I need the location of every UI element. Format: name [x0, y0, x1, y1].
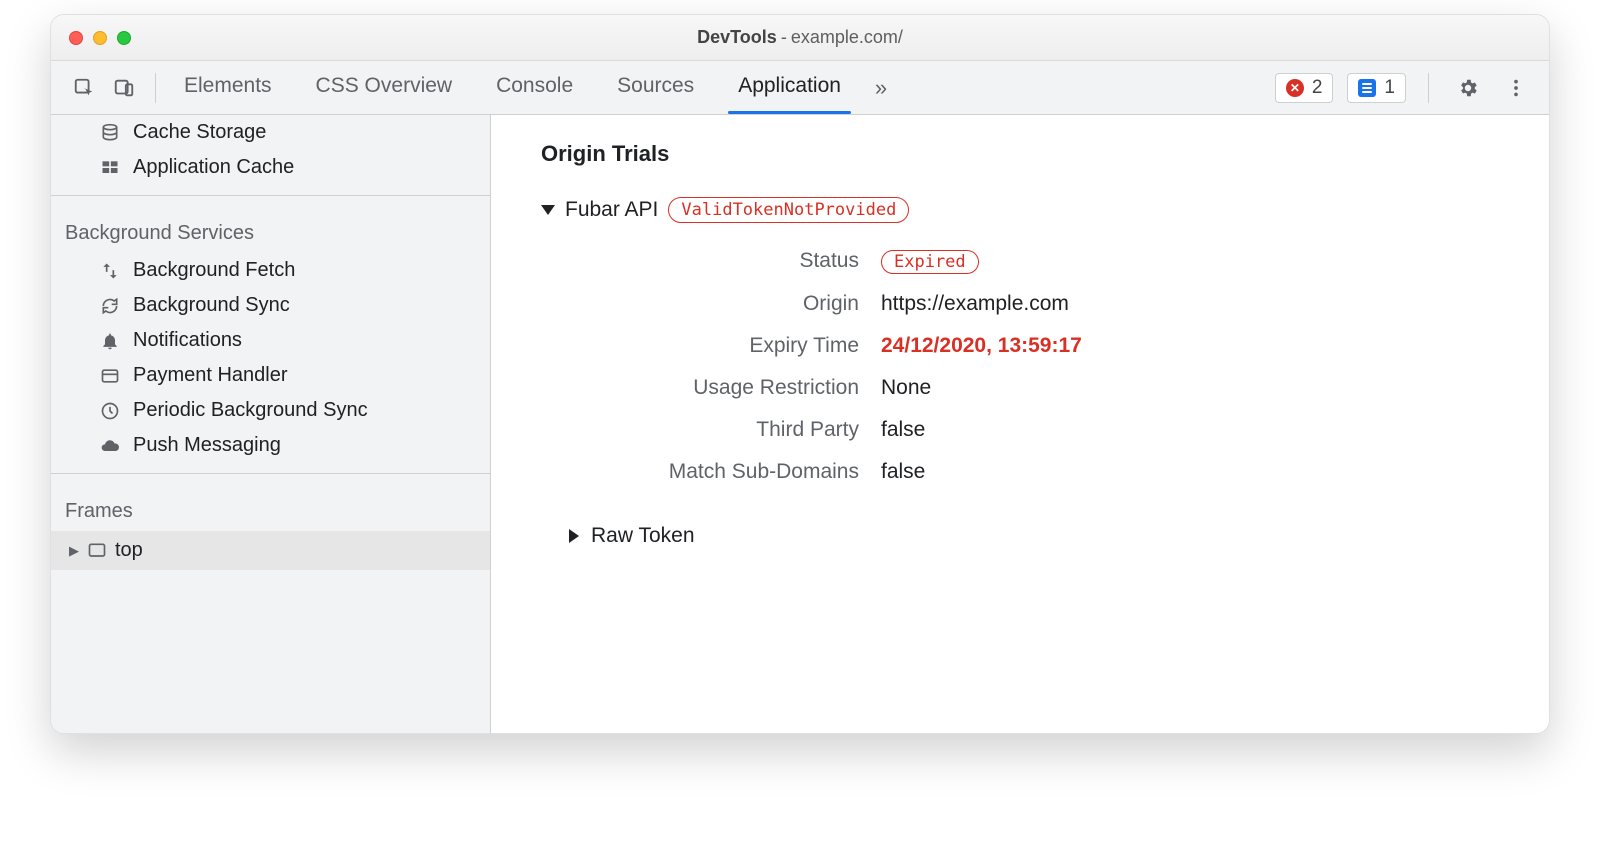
grid-icon	[99, 157, 121, 179]
frame-label: top	[115, 539, 143, 562]
sidebar-header-background-services: Background Services	[51, 206, 490, 253]
origin-value: https://example.com	[881, 292, 1499, 316]
sidebar-item-cache-storage[interactable]: Cache Storage	[51, 115, 490, 150]
usage-label: Usage Restriction	[571, 376, 881, 400]
sidebar-item-periodic-background-sync[interactable]: Periodic Background Sync	[51, 393, 490, 428]
sidebar-item-payment-handler[interactable]: Payment Handler	[51, 358, 490, 393]
tabstrip-divider	[1428, 73, 1429, 103]
sidebar-divider	[51, 473, 490, 474]
trial-details-grid: Status Expired Origin https://example.co…	[571, 249, 1499, 484]
window-title-path: example.com/	[791, 27, 903, 48]
window-title: DevTools - example.com/	[51, 27, 1549, 48]
application-sidebar: Cache Storage Application Cache Backgrou…	[51, 115, 491, 733]
devtools-tabstrip: Elements CSS Overview Console Sources Ap…	[51, 61, 1549, 115]
usage-value: None	[881, 376, 1499, 400]
traffic-lights	[69, 31, 131, 45]
tab-application[interactable]: Application	[734, 64, 845, 111]
window-titlebar: DevTools - example.com/	[51, 15, 1549, 61]
kebab-menu-button[interactable]	[1499, 71, 1533, 105]
tab-label: Console	[496, 74, 573, 97]
match-subdomains-value: false	[881, 460, 1499, 484]
database-stack-icon	[99, 122, 121, 144]
cloud-icon	[99, 435, 121, 457]
sidebar-item-label: Cache Storage	[133, 121, 266, 144]
chevron-double-right-icon: »	[875, 75, 887, 100]
chevron-down-icon	[541, 205, 555, 215]
sync-icon	[99, 295, 121, 317]
clock-icon	[99, 400, 121, 422]
tabstrip-divider	[155, 73, 156, 103]
swap-vert-icon	[99, 260, 121, 282]
devtools-window: DevTools - example.com/ Elements CSS Ove…	[50, 14, 1550, 734]
more-tabs-button[interactable]: »	[875, 75, 887, 101]
expiry-value: 24/12/2020, 13:59:17	[881, 334, 1499, 358]
third-party-label: Third Party	[571, 418, 881, 442]
gear-icon	[1457, 77, 1479, 99]
origin-label: Origin	[571, 292, 881, 316]
message-count-badge[interactable]: 1	[1347, 73, 1406, 103]
chevron-right-icon: ▶	[69, 543, 79, 559]
device-toolbar-icon[interactable]	[107, 71, 141, 105]
status-pill-label: Expired	[894, 252, 966, 272]
trial-name: Fubar API	[565, 198, 658, 222]
inspect-element-icon[interactable]	[67, 71, 101, 105]
origin-trials-heading: Origin Trials	[541, 141, 1499, 167]
close-window-button[interactable]	[69, 31, 83, 45]
window-title-app: DevTools	[697, 27, 777, 48]
tab-label: CSS Overview	[316, 74, 453, 97]
sidebar-item-push-messaging[interactable]: Push Messaging	[51, 428, 490, 463]
chevron-right-icon	[569, 529, 579, 543]
sidebar-item-label: Background Sync	[133, 294, 290, 317]
sidebar-header-frames: Frames	[51, 484, 490, 531]
status-pill: Expired	[881, 250, 979, 274]
trial-disclosure[interactable]: Fubar API ValidTokenNotProvided	[541, 197, 1499, 223]
sidebar-item-label: Application Cache	[133, 156, 294, 179]
zoom-window-button[interactable]	[117, 31, 131, 45]
message-icon	[1358, 79, 1376, 97]
error-count-badge[interactable]: ✕ 2	[1275, 73, 1334, 103]
settings-button[interactable]	[1451, 71, 1485, 105]
error-count: 2	[1312, 77, 1323, 99]
raw-token-disclosure[interactable]: Raw Token	[569, 524, 1499, 548]
window-title-sep: -	[781, 27, 787, 48]
trial-status-pill-label: ValidTokenNotProvided	[681, 200, 896, 220]
sidebar-item-label: Background Fetch	[133, 259, 295, 282]
trial-status-pill: ValidTokenNotProvided	[668, 197, 909, 223]
sidebar-item-background-fetch[interactable]: Background Fetch	[51, 253, 490, 288]
sidebar-item-label: Push Messaging	[133, 434, 281, 457]
status-value: Expired	[881, 249, 1499, 274]
tab-console[interactable]: Console	[492, 64, 577, 111]
bell-icon	[99, 330, 121, 352]
expiry-label: Expiry Time	[571, 334, 881, 358]
tab-sources[interactable]: Sources	[613, 64, 698, 111]
match-subdomains-label: Match Sub-Domains	[571, 460, 881, 484]
tab-label: Sources	[617, 74, 694, 97]
sidebar-item-label: Periodic Background Sync	[133, 399, 368, 422]
status-label: Status	[571, 249, 881, 274]
kebab-icon	[1505, 77, 1527, 99]
frame-icon	[87, 541, 107, 561]
application-main-panel: Origin Trials Fubar API ValidTokenNotPro…	[491, 115, 1549, 733]
raw-token-label: Raw Token	[591, 524, 695, 548]
tab-elements[interactable]: Elements	[180, 64, 276, 111]
tab-label: Elements	[184, 74, 272, 97]
credit-card-icon	[99, 365, 121, 387]
panel-body: Cache Storage Application Cache Backgrou…	[51, 115, 1549, 733]
minimize-window-button[interactable]	[93, 31, 107, 45]
sidebar-divider	[51, 195, 490, 196]
tab-css-overview[interactable]: CSS Overview	[312, 64, 457, 111]
sidebar-item-application-cache[interactable]: Application Cache	[51, 150, 490, 185]
tab-label: Application	[738, 74, 841, 97]
third-party-value: false	[881, 418, 1499, 442]
message-count: 1	[1384, 77, 1395, 99]
panel-tabs: Elements CSS Overview Console Sources Ap…	[180, 64, 845, 111]
sidebar-item-notifications[interactable]: Notifications	[51, 323, 490, 358]
tabstrip-right-cluster: ✕ 2 1	[1275, 71, 1533, 105]
sidebar-item-label: Notifications	[133, 329, 242, 352]
error-icon: ✕	[1286, 79, 1304, 97]
sidebar-item-label: Payment Handler	[133, 364, 288, 387]
sidebar-frame-top[interactable]: ▶ top	[51, 531, 490, 570]
sidebar-item-background-sync[interactable]: Background Sync	[51, 288, 490, 323]
